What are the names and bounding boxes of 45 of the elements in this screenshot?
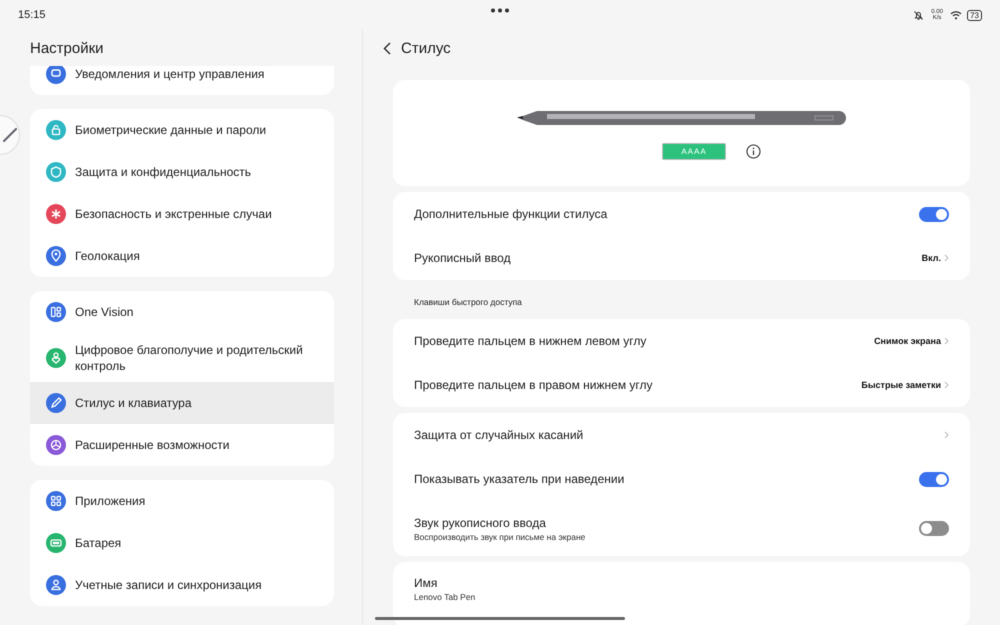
sidebar-item[interactable]: Цифровое благополучие и родительский контроль (30, 333, 334, 382)
setting-description: Lenovo Tab Pen (414, 592, 476, 602)
page-title: Стилус (401, 40, 451, 56)
chevron-icon (944, 254, 949, 262)
pen-icon (3, 128, 17, 142)
section-heading: Клавиши быстрого доступа (414, 297, 522, 307)
info-icon[interactable] (746, 144, 761, 158)
sidebar-item[interactable]: Биометрические данные и пароли (30, 109, 334, 151)
setting-value: Быстрые заметки (861, 380, 941, 390)
setting-description: Воспроизводить звук при письме на экране (414, 532, 586, 542)
toggle-switch[interactable] (919, 521, 949, 536)
setting-label: Имя (414, 576, 438, 590)
setting-label: Защита от случайных касаний (414, 428, 584, 442)
setting-label: Проведите пальцем в нижнем левом углу (414, 334, 648, 348)
sidebar-title: Настройки (29, 38, 105, 58)
sidebar-item[interactable]: Защита и конфиденциальность (30, 151, 334, 193)
clock: 15:15 (18, 9, 46, 21)
sidebar-item[interactable]: Учетные записи и синхронизация (30, 564, 334, 606)
setting-label: Рукописный ввод (414, 251, 512, 265)
setting-label: Проведите пальцем в правом нижнем углу (414, 378, 654, 392)
stylus-battery: AAAA (662, 142, 726, 160)
setting-value: Вкл. (922, 253, 941, 263)
setting-label: Дополнительные функции стилуса (414, 207, 608, 221)
back-icon (383, 42, 391, 54)
setting-label: Показывать указатель при наведении (414, 472, 626, 486)
battery-indicator: 73 (967, 10, 982, 20)
more-dots-icon (490, 8, 510, 13)
setting-label: Звук рукописного ввода (414, 516, 547, 530)
wifi-icon (950, 10, 962, 20)
sidebar-item[interactable]: One Vision (30, 291, 334, 333)
sidebar-item[interactable]: Приложения (30, 480, 334, 522)
sidebar-item[interactable]: Уведомления и центр управления (30, 66, 334, 95)
back-button[interactable] (383, 42, 391, 54)
toggle-switch[interactable] (919, 472, 949, 486)
sidebar-item[interactable]: Стилус и клавиатура (30, 382, 334, 424)
toggle-switch[interactable] (919, 206, 949, 222)
sidebar-item[interactable]: Безопасность и экстренные случаи (30, 193, 334, 235)
muted-bell-icon (913, 10, 924, 20)
sidebar-item[interactable]: Геолокация (30, 235, 334, 277)
setting-value: Снимок экрана (874, 336, 941, 346)
chevron-icon (944, 337, 949, 345)
chevron-icon (944, 431, 949, 439)
sidebar-item[interactable]: Расширенные возможности (30, 424, 334, 466)
sidebar-item[interactable]: Батарея (30, 522, 334, 564)
chevron-icon (944, 381, 949, 389)
